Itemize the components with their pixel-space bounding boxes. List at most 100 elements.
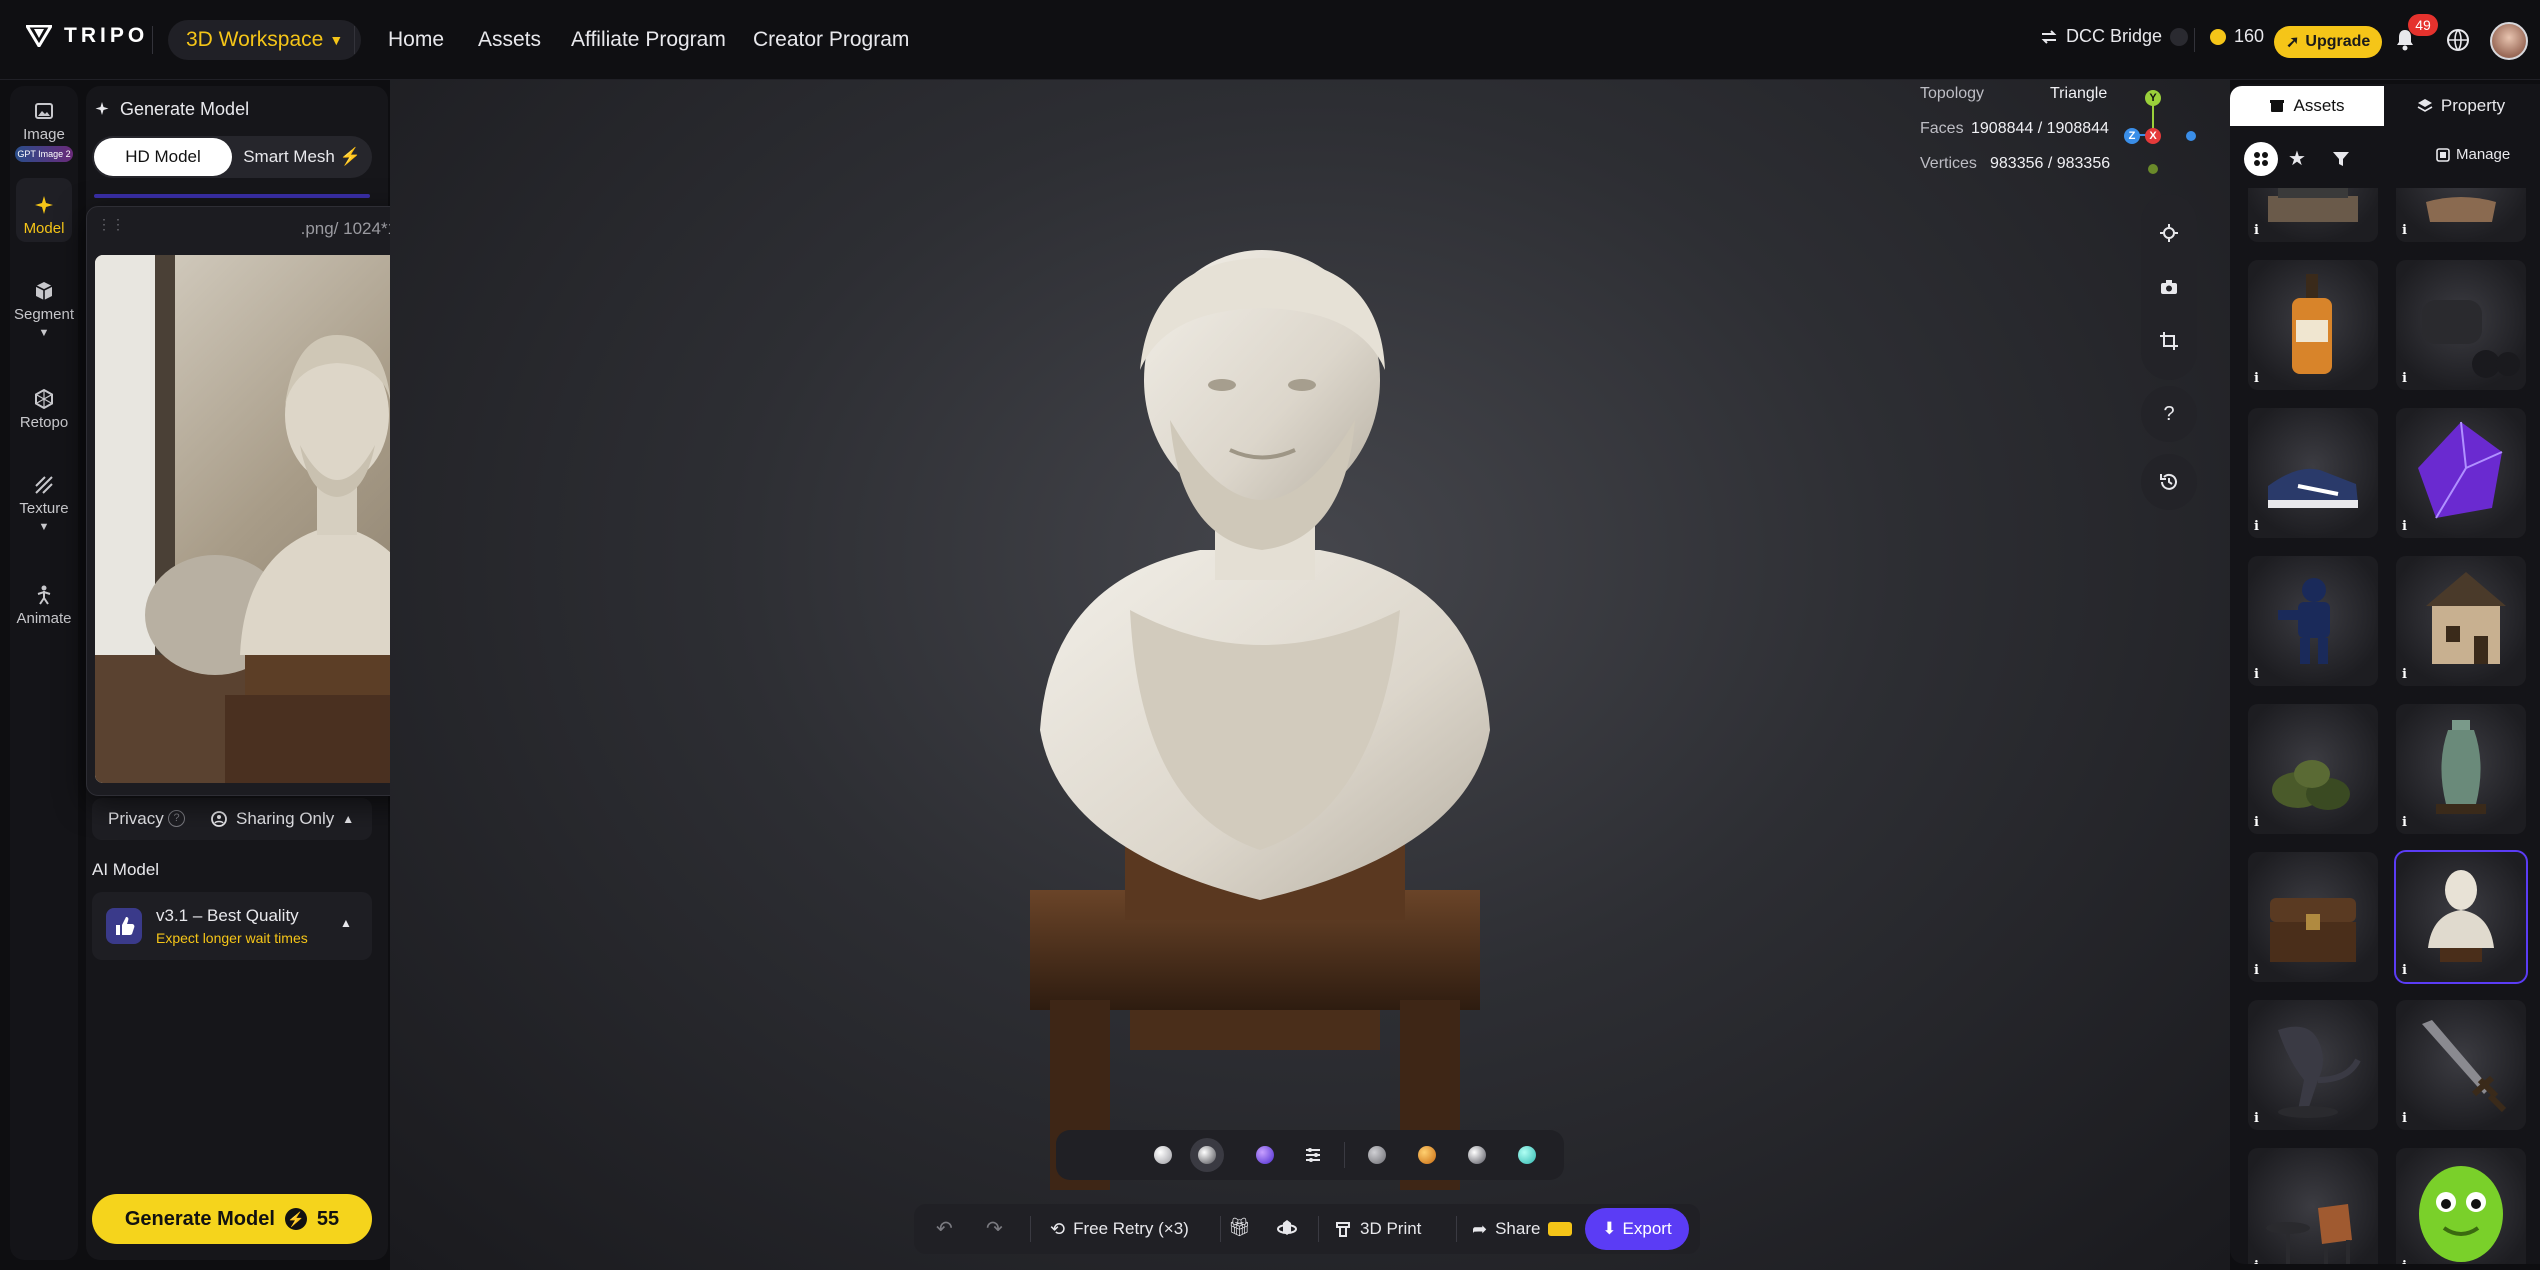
asset-thumbnail-treasure-chest[interactable]: i bbox=[2248, 852, 2378, 982]
smart-mesh-option[interactable]: Smart Mesh ⚡ bbox=[232, 138, 372, 176]
info-icon[interactable]: i bbox=[2254, 963, 2259, 978]
rail-model[interactable]: Model bbox=[10, 194, 78, 237]
env-preset-1-icon[interactable] bbox=[1368, 1146, 1386, 1164]
model-name: v3.1 – Best Quality bbox=[156, 906, 299, 925]
asset-thumbnail-earbuds-case[interactable]: i bbox=[2396, 260, 2526, 390]
share-button[interactable]: ➦ Share bbox=[1472, 1204, 1573, 1254]
workspace-dropdown[interactable]: 3D Workspace ▼ bbox=[168, 20, 362, 60]
notification-badge: 49 bbox=[2408, 14, 2438, 36]
info-icon[interactable]: i bbox=[2254, 815, 2259, 830]
rail-texture[interactable]: Texture ▼ bbox=[10, 474, 78, 533]
grid-view-button[interactable] bbox=[2244, 142, 2278, 176]
asset-thumbnail-medieval-house[interactable]: i bbox=[2396, 556, 2526, 686]
rail-image[interactable]: Image bbox=[10, 100, 78, 143]
user-avatar[interactable] bbox=[2490, 22, 2528, 60]
language-button[interactable] bbox=[2446, 28, 2470, 52]
dcc-bridge-button[interactable]: DCC Bridge bbox=[2040, 26, 2189, 47]
filter-icon[interactable] bbox=[2332, 150, 2350, 168]
env-preset-3-icon[interactable] bbox=[1468, 1146, 1486, 1164]
env-preset-4-icon[interactable] bbox=[1518, 1146, 1536, 1164]
nav-creator-program[interactable]: Creator Program bbox=[753, 28, 909, 52]
manage-button[interactable]: Manage bbox=[2436, 146, 2510, 163]
question-mark-icon: ? bbox=[2163, 402, 2175, 425]
topology-label: Topology bbox=[1920, 85, 1985, 102]
adjust-sliders-icon[interactable] bbox=[1304, 1146, 1322, 1164]
rail-animate[interactable]: Animate bbox=[10, 584, 78, 627]
info-icon[interactable]: i bbox=[2402, 519, 2407, 534]
rail-segment[interactable]: Segment ▼ bbox=[10, 280, 78, 339]
info-icon[interactable]: i bbox=[2402, 963, 2407, 978]
history-button[interactable] bbox=[2141, 454, 2197, 510]
brand-logo[interactable]: TRIPO bbox=[26, 24, 148, 48]
sparkle-plus-icon bbox=[95, 102, 109, 115]
env-preset-2-icon[interactable] bbox=[1418, 1146, 1436, 1164]
ai-model-selector[interactable]: v3.1 – Best Quality Expect longer wait t… bbox=[92, 892, 372, 960]
asset-thumbnail-green-monster[interactable]: i bbox=[2396, 1148, 2526, 1264]
upgrade-button[interactable]: ➚ Upgrade bbox=[2274, 26, 2383, 58]
tab-property[interactable]: Property bbox=[2384, 86, 2538, 126]
chevron-down-icon[interactable]: ▼ bbox=[10, 327, 78, 339]
x-axis-handle[interactable]: X bbox=[2145, 128, 2161, 144]
rail-segment-label: Segment bbox=[13, 306, 75, 323]
help-button[interactable]: ? bbox=[2141, 386, 2197, 442]
asset-thumbnail-marble-bust[interactable]: i bbox=[2394, 850, 2528, 984]
z-dot bbox=[2186, 131, 2196, 141]
info-icon[interactable]: i bbox=[2254, 1111, 2259, 1126]
asset-thumbnail-whiskey-bottle[interactable]: i bbox=[2248, 260, 2378, 390]
divider bbox=[354, 26, 355, 54]
star-icon[interactable]: ★ bbox=[2288, 146, 2306, 171]
info-icon[interactable]: i bbox=[2402, 1111, 2407, 1126]
z-axis-handle[interactable]: Z bbox=[2124, 128, 2140, 144]
matcap-material-icon[interactable] bbox=[1198, 1146, 1216, 1164]
info-icon[interactable]: i bbox=[2402, 223, 2407, 238]
chevron-up-icon: ▲ bbox=[340, 916, 352, 930]
clay-material-icon[interactable] bbox=[1154, 1146, 1172, 1164]
camera-icon[interactable] bbox=[2159, 277, 2179, 297]
3d-viewport[interactable]: Topology Triangle Faces 1908844 / 190884… bbox=[390, 80, 2230, 1270]
info-icon[interactable]: i bbox=[2254, 667, 2259, 682]
y-axis-handle[interactable]: Y bbox=[2145, 90, 2161, 106]
bust-3d-model[interactable] bbox=[1000, 250, 1540, 1210]
asset-thumbnail-chair-table[interactable]: i bbox=[2248, 1148, 2378, 1264]
normal-material-icon[interactable] bbox=[1256, 1146, 1274, 1164]
3d-print-button[interactable]: 3D Print bbox=[1334, 1204, 1421, 1254]
generate-model-button[interactable]: Generate Model ⚡ 55 bbox=[92, 1194, 372, 1244]
rotate-3d-icon[interactable] bbox=[1276, 1218, 1298, 1240]
asset-thumbnail-mossy-rocks[interactable]: i bbox=[2248, 704, 2378, 834]
info-icon[interactable]: i bbox=[2254, 519, 2259, 534]
undo-icon[interactable]: ↶ bbox=[936, 1216, 953, 1241]
asset-thumbnail-alien-creature[interactable]: i bbox=[2248, 1000, 2378, 1130]
lighting-icon[interactable] bbox=[2159, 223, 2179, 243]
chevron-down-icon[interactable]: ▼ bbox=[10, 521, 78, 533]
gift-icon[interactable]: 🎁︎ bbox=[1228, 1217, 1251, 1238]
help-circle-icon[interactable]: ? bbox=[168, 810, 185, 827]
info-icon[interactable]: i bbox=[2402, 371, 2407, 386]
rail-retopo[interactable]: Retopo bbox=[10, 388, 78, 431]
info-icon[interactable]: i bbox=[2402, 815, 2407, 830]
info-icon[interactable]: i bbox=[2402, 1259, 2407, 1264]
asset-thumbnail-sword[interactable]: i bbox=[2396, 1000, 2526, 1130]
info-icon[interactable]: i bbox=[2254, 371, 2259, 386]
asset-thumbnail-ceramic-vase[interactable]: i bbox=[2396, 704, 2526, 834]
asset-thumbnail-armchair[interactable]: i bbox=[2396, 188, 2526, 242]
info-icon[interactable]: i bbox=[2254, 1259, 2259, 1264]
nav-affiliate-program[interactable]: Affiliate Program bbox=[571, 28, 726, 52]
sharing-dropdown[interactable]: Sharing Only ▲ bbox=[210, 798, 354, 840]
asset-thumbnail-sneaker[interactable]: i bbox=[2248, 408, 2378, 538]
tab-assets[interactable]: Assets bbox=[2230, 86, 2384, 126]
nav-assets[interactable]: Assets bbox=[478, 28, 541, 52]
faces-value: 1908844 / 1908844 bbox=[1971, 120, 2109, 137]
hd-model-option[interactable]: HD Model bbox=[94, 138, 232, 176]
crop-frame-icon[interactable] bbox=[2159, 331, 2179, 351]
export-button[interactable]: ⬇ Export bbox=[1585, 1208, 1689, 1250]
asset-thumbnail-blue-robot[interactable]: i bbox=[2248, 556, 2378, 686]
assets-tab-label: Assets bbox=[2293, 96, 2345, 115]
asset-thumbnail-purple-crystal[interactable]: i bbox=[2396, 408, 2526, 538]
asset-thumbnail-house-kitchen[interactable]: i bbox=[2248, 188, 2378, 242]
info-icon[interactable]: i bbox=[2254, 223, 2259, 238]
redo-icon[interactable]: ↷ bbox=[986, 1216, 1003, 1241]
axis-gizmo[interactable]: Y Z X bbox=[2124, 88, 2198, 174]
free-retry-button[interactable]: ⟲ Free Retry (×3) bbox=[1050, 1204, 1189, 1254]
info-icon[interactable]: i bbox=[2402, 667, 2407, 682]
nav-home[interactable]: Home bbox=[388, 28, 444, 52]
